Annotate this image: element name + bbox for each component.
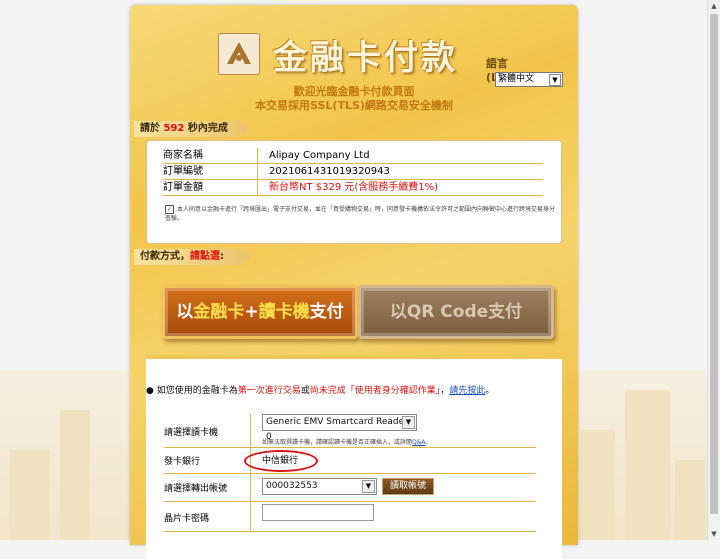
merchant-value: Alipay Company Ltd [269, 150, 370, 161]
order-row-amount: 訂單金額 新台幣NT $329 元(含服務手續費1%) [163, 180, 543, 196]
scroll-up-icon[interactable]: ▲ [708, 0, 720, 12]
page-title: 金融卡付款 [273, 38, 458, 78]
order-row-merchant: 商家名稱 Alipay Company Ltd [163, 148, 543, 164]
btn-text-pre: 以 [176, 302, 194, 322]
ssl-notice: 本交易採用SSL(TLS)網路交易安全機制 [255, 99, 453, 112]
payment-method-ribbon: 付款方式，請點選: [134, 249, 252, 265]
order-amount-value: 新台幣NT $329 元(含服務手續費1%) [269, 182, 439, 193]
reader-row: 請選擇讀卡機 Generic EMV Smartcard Reader 0 ▼ … [164, 413, 536, 448]
agreement: ✓ 本人同意以金融卡進行「跨境匯出」電子支付交易，並在「買受購物交易」時，同意發卡… [165, 205, 555, 223]
account-select[interactable]: 000032553 ▼ [262, 478, 377, 495]
reader-note: 如無法取得讀卡機，請確認讀卡機是否正確插入，或詳閱Q&A。 [262, 437, 432, 446]
chevron-down-icon: ▼ [402, 416, 415, 429]
read-account-button[interactable]: 讀取帳號 [382, 478, 434, 495]
qr-text-post: 支付 [488, 302, 523, 322]
btn-text-plus: + [244, 302, 259, 322]
notice-red-2: 尚未完成「使用者身分確認作業」 [309, 386, 441, 396]
notice-link[interactable]: 請先按此 [449, 386, 485, 396]
scroll-down-icon[interactable]: ▼ [708, 528, 720, 540]
account-row: 請選擇轉出帳號 000032553 ▼ 讀取帳號 [164, 473, 536, 502]
agreement-checkbox[interactable]: ✓ [165, 205, 174, 214]
pay-card-reader-button[interactable]: 以金融卡+讀卡機支付 [162, 285, 358, 339]
vertical-scrollbar[interactable]: ▲ ▼ [707, 0, 720, 540]
payment-method-label: 付款方式， [140, 251, 190, 262]
timer-suffix: 秒內完成 [187, 123, 228, 134]
timer-seconds: 592 [163, 123, 185, 134]
scrollbar-thumb[interactable] [710, 14, 718, 514]
account-value: 000032553 [266, 481, 318, 491]
agreement-text: 本人同意以金融卡進行「跨境匯出」電子支付交易，並在「買受購物交易」時，同意發卡機… [165, 206, 556, 222]
bank-row: 發卡銀行 中信銀行 [164, 447, 536, 474]
qa-link[interactable]: Q&A [412, 439, 426, 446]
pay-qr-code-button[interactable]: 以QR Code支付 [358, 285, 554, 339]
first-time-notice: ● 如您使用的金融卡為第一次進行交易或尚未完成「使用者身分確認作業」，請先按此。 [146, 383, 494, 396]
pin-row: 晶片卡密碼 [164, 501, 536, 532]
timer-prefix: 請於 [140, 123, 160, 134]
order-summary: 商家名稱 Alipay Company Ltd 訂單編號 20210614310… [146, 140, 562, 244]
card-payment-form: ● 如您使用的金融卡為第一次進行交易或尚未完成「使用者身分確認作業」，請先按此。… [146, 355, 562, 559]
account-label: 請選擇轉出帳號 [164, 484, 228, 494]
qr-text-pre: 以 [389, 302, 407, 322]
bullet-icon: ● [146, 386, 154, 396]
btn-text-reader: 讀卡機 [258, 302, 310, 322]
pin-input[interactable] [262, 504, 374, 521]
notice-text-2: 或 [300, 386, 310, 396]
order-number-value: 2021061431019320943 [269, 166, 390, 177]
notice-red-1: 第一次進行交易 [237, 386, 301, 396]
btn-text-card: 金融卡 [193, 302, 245, 322]
notice-text-4: 。 [485, 386, 495, 396]
reader-select[interactable]: Generic EMV Smartcard Reader 0 ▼ [262, 414, 417, 442]
merchant-label: 商家名稱 [163, 150, 203, 161]
payment-panel: 金融卡付款 語言(Language) 繁體中文 ▼ 歡迎光臨金融卡付款頁面 本交… [130, 5, 578, 559]
qr-text-code: QR Code [406, 302, 489, 322]
pin-label: 晶片卡密碼 [164, 514, 210, 524]
order-number-label: 訂單編號 [163, 166, 203, 177]
payment-method-colon: : [220, 251, 224, 262]
bank-label: 發卡銀行 [164, 457, 201, 467]
reader-note-end: 。 [425, 439, 432, 446]
notice-text-3: ， [440, 386, 450, 396]
bank-logo-icon [218, 33, 260, 75]
reader-note-text: 如無法取得讀卡機，請確認讀卡機是否正確插入，或詳閱 [262, 439, 413, 446]
payment-method-highlight: 請點選 [190, 251, 220, 262]
btn-text-post: 支付 [309, 302, 344, 322]
order-row-number: 訂單編號 2021061431019320943 [163, 164, 543, 180]
highlight-circle [244, 450, 318, 472]
order-amount-label: 訂單金額 [163, 182, 203, 193]
notice-text-1: 如您使用的金融卡為 [156, 386, 238, 396]
chevron-down-icon: ▼ [362, 480, 375, 493]
reader-label: 請選擇讀卡機 [164, 428, 219, 438]
timer-ribbon: 請於 592 秒內完成 [134, 121, 250, 137]
